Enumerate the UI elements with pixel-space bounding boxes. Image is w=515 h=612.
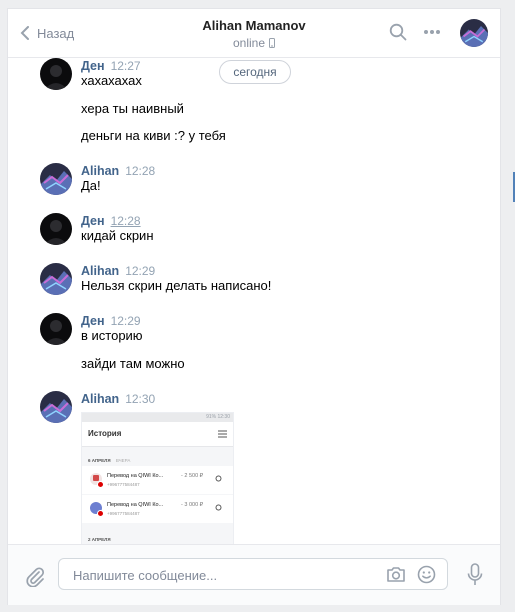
- transaction-name: Перевод на QIWI Ко...: [107, 502, 164, 508]
- filter-icon: [218, 430, 227, 438]
- paperclip-icon[interactable]: [25, 565, 45, 587]
- avatar[interactable]: [40, 263, 72, 295]
- photo-attachment[interactable]: 91% 12:30 История 6 АПРЕЛЯ ВЧЕРА Перевод…: [81, 412, 234, 544]
- message-time[interactable]: 12:30: [125, 392, 155, 406]
- author-name[interactable]: Ден: [81, 314, 105, 328]
- message-text: Нельзя скрин делать написано!: [81, 278, 272, 293]
- message-text: зайди там можно: [81, 356, 185, 371]
- message-time[interactable]: 12:28: [111, 214, 141, 228]
- author-name[interactable]: Alihan: [81, 392, 119, 406]
- author-name[interactable]: Alihan: [81, 164, 119, 178]
- message-input[interactable]: [71, 565, 375, 585]
- message-meta: Ден 12:29: [81, 313, 141, 328]
- contact-status: online: [8, 36, 500, 50]
- contact-avatar[interactable]: [460, 19, 488, 47]
- avatar[interactable]: [40, 213, 72, 245]
- chat-panel: Назад Alihan Mamanov online сегодня Ден 1…: [8, 9, 500, 605]
- message-time[interactable]: 12:28: [125, 164, 155, 178]
- message-text: кидай скрин: [81, 228, 154, 243]
- message-time[interactable]: 12:29: [111, 314, 141, 328]
- message-input-box[interactable]: [58, 558, 448, 590]
- author-name[interactable]: Ден: [81, 214, 105, 228]
- transaction-account: +996777584487: [107, 482, 140, 487]
- attachment-appbar: История: [82, 422, 233, 447]
- message-meta: Alihan 12:30: [81, 391, 155, 406]
- author-name[interactable]: Ден: [81, 59, 105, 73]
- message-meta: Ден 12:27: [81, 58, 141, 73]
- repeat-icon: [215, 475, 222, 482]
- repeat-icon: [215, 504, 222, 511]
- transaction-amount: - 3 000 ₽: [181, 502, 204, 508]
- camera-icon[interactable]: [386, 566, 406, 583]
- avatar[interactable]: [40, 163, 72, 195]
- emoji-icon[interactable]: [417, 565, 436, 584]
- transaction-row: Перевод на QIWI Ко... - 2 500 ₽ +9967775…: [82, 466, 233, 494]
- message-meta: Ден 12:28: [81, 213, 141, 228]
- status-text: online: [232, 36, 266, 50]
- transaction-name: Перевод на QIWI Ко...: [107, 473, 164, 479]
- more-icon[interactable]: [423, 29, 441, 35]
- microphone-icon[interactable]: [467, 563, 483, 587]
- transaction-icon: [90, 502, 104, 517]
- message-time[interactable]: 12:29: [125, 264, 155, 278]
- message-text: деньги на киви :? у тебя: [81, 128, 226, 143]
- avatar[interactable]: [40, 313, 72, 345]
- attachment-status-text: 91% 12:30: [206, 414, 230, 420]
- message-text: хера ты наивный: [81, 101, 184, 116]
- composer: [8, 544, 500, 605]
- attachment-date: 2 АПРЕЛЯ: [88, 537, 111, 542]
- author-name[interactable]: Alihan: [81, 264, 119, 278]
- date-separator: сегодня: [219, 60, 291, 84]
- mobile-icon: [269, 38, 276, 48]
- message-meta: Alihan 12:29: [81, 263, 155, 278]
- message-text: в историю: [81, 328, 143, 343]
- attachment-date-sub: ВЧЕРА: [115, 458, 131, 463]
- avatar[interactable]: [40, 58, 72, 90]
- attachment-title: История: [88, 429, 122, 438]
- message-meta: Alihan 12:28: [81, 163, 155, 178]
- transaction-icon: [90, 473, 104, 488]
- chat-header: Назад Alihan Mamanov online: [8, 9, 500, 58]
- attachment-date-group: 6 АПРЕЛЯ ВЧЕРА: [88, 458, 130, 463]
- message-history[interactable]: сегодня Ден 12:27 хахахахах хера ты наивн…: [8, 58, 500, 544]
- avatar[interactable]: [40, 391, 72, 423]
- message-time[interactable]: 12:27: [111, 59, 141, 73]
- search-icon[interactable]: [389, 23, 407, 41]
- transaction-row: Перевод на QIWI Ко... - 3 000 ₽ +9967775…: [82, 495, 233, 523]
- attachment-date: 6 АПРЕЛЯ: [88, 458, 111, 463]
- transaction-account: +996777584487: [107, 511, 140, 516]
- message-text: Да!: [81, 178, 101, 193]
- transaction-amount: - 2 500 ₽: [181, 473, 204, 479]
- message-text: хахахахах: [81, 73, 142, 88]
- attachment-status-bar: 91% 12:30: [82, 413, 233, 422]
